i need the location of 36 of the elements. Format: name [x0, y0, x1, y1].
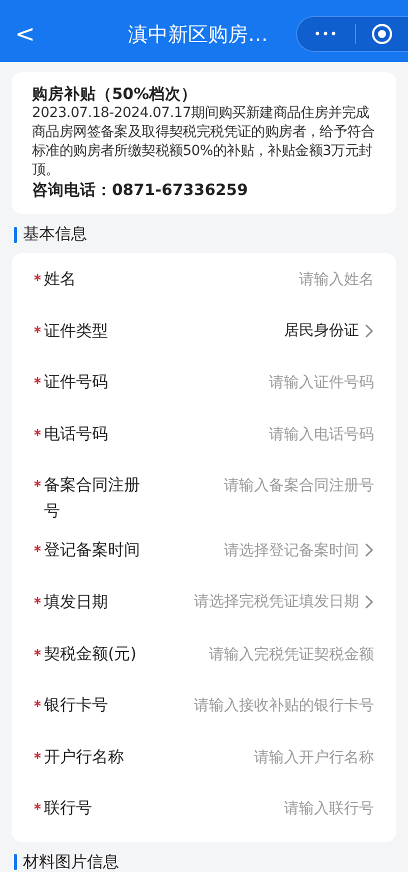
- section-marker: [14, 226, 17, 242]
- section-title: 基本信息: [23, 224, 87, 245]
- select-field[interactable]: 请选择登记备案时间: [144, 537, 374, 564]
- page-title: 滇中新区购房…: [127, 20, 269, 48]
- field-label: 银行卡号: [44, 694, 109, 716]
- chevron-right-icon: [365, 324, 374, 338]
- contact-phone: 咨询电话：0871-67336259: [32, 180, 249, 200]
- section-title: 材料图片信息: [23, 852, 119, 872]
- field-label: 证件类型: [44, 320, 109, 342]
- input-field[interactable]: 请输入证件号码: [144, 369, 374, 396]
- select-field[interactable]: 请选择完税凭证填发日期: [144, 588, 374, 615]
- input-field[interactable]: 请输入接收补贴的银行卡号: [144, 692, 374, 718]
- field-label: 契税金额(元): [44, 642, 138, 665]
- back-button[interactable]: <: [10, 20, 40, 48]
- notice-title: 购房补贴（50%档次）: [32, 84, 198, 104]
- more-button[interactable]: •••: [297, 17, 355, 51]
- field-label: 登记备案时间: [44, 539, 141, 562]
- field-label: 联行号: [44, 797, 93, 820]
- input-field[interactable]: 请输入开户行名称: [144, 744, 374, 770]
- section-marker: [14, 854, 17, 870]
- field-label: 电话号码: [44, 422, 109, 445]
- input-field[interactable]: 请输入完税凭证契税金额: [144, 640, 374, 667]
- field-label: 证件号码: [44, 371, 109, 394]
- notice-text: 2023.07.18-2024.07.17期间购买新建商品住房并完成商品房网签备案及取得契税完税凭证的购房者，给予符合标准的购房者所缴契税额50%的补贴，补贴金额3万元封顶。: [32, 104, 376, 180]
- input-field[interactable]: 请输入备案合同注册号: [144, 472, 374, 498]
- input-field[interactable]: 请输入联行号: [144, 795, 374, 822]
- field-label: 开户行名称: [44, 746, 125, 768]
- select-field[interactable]: 居民身份证: [144, 318, 374, 344]
- field-label: 姓名: [44, 268, 77, 290]
- chevron-right-icon: [365, 543, 374, 558]
- field-label: 填发日期: [44, 590, 109, 613]
- chevron-right-icon: [365, 594, 374, 609]
- target-icon: [371, 23, 393, 45]
- input-field[interactable]: 请输入姓名: [144, 266, 374, 292]
- field-label: 备案合同注册号: [44, 474, 141, 522]
- input-field[interactable]: 请输入电话号码: [144, 420, 374, 447]
